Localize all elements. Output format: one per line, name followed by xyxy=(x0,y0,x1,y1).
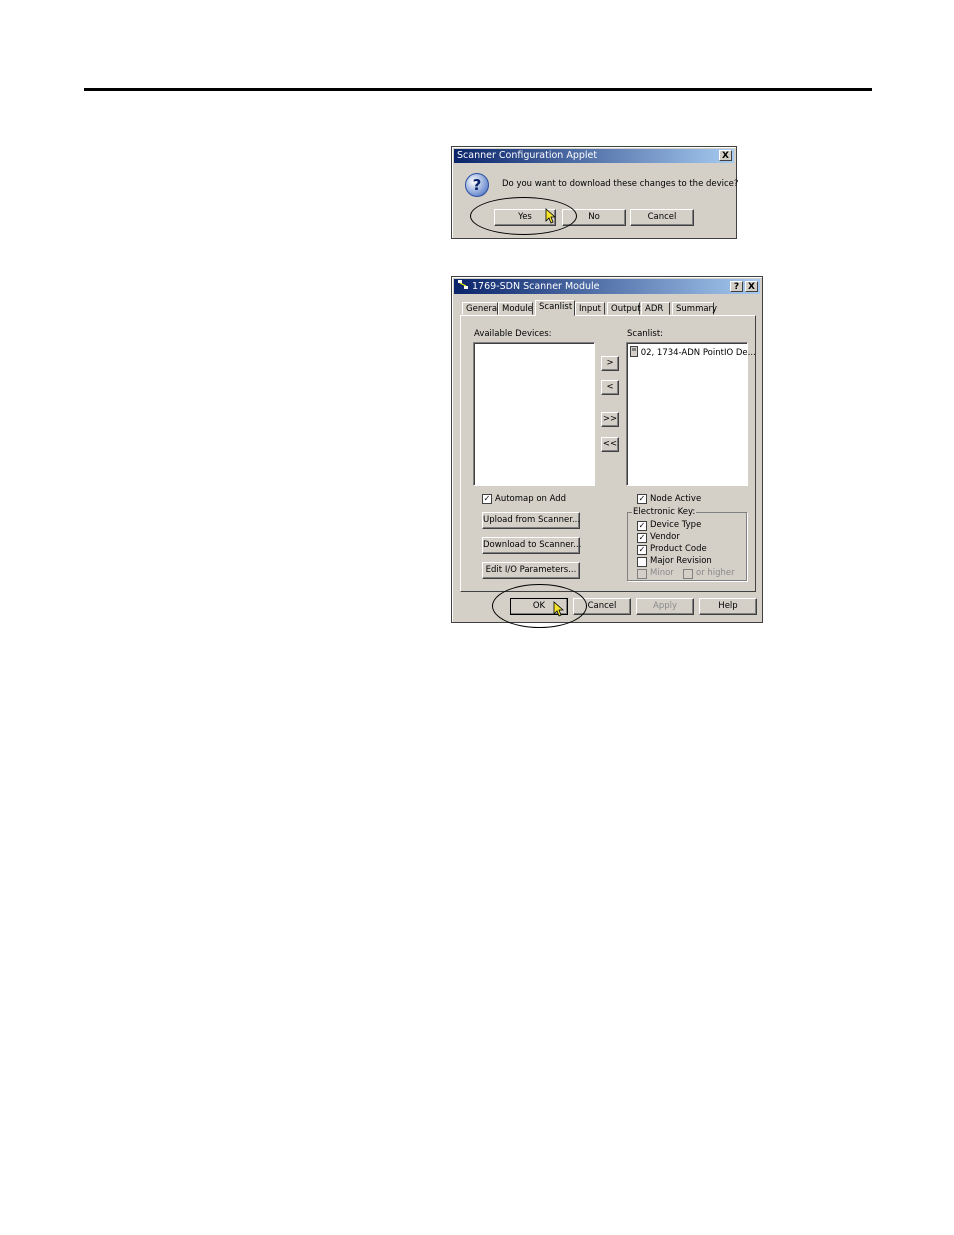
minor-label: Minor xyxy=(650,568,674,578)
page-header-rule xyxy=(84,88,872,91)
tab-general[interactable]: General xyxy=(462,302,500,315)
dialog-message: Do you want to download these changes to… xyxy=(502,179,739,189)
electronic-key-group: Electronic Key: ✓ Device Type ✓ Vendor ✓… xyxy=(627,507,747,581)
node-active-label: Node Active xyxy=(650,494,702,504)
upload-from-scanner-button[interactable]: Upload from Scanner... xyxy=(482,512,580,529)
add-all-button[interactable]: >> xyxy=(601,412,619,427)
tab-scanlist[interactable]: Scanlist xyxy=(535,300,575,316)
tab-strip: General Module Scanlist Input Output ADR… xyxy=(460,300,760,316)
product-code-checkbox[interactable]: ✓ xyxy=(637,545,647,555)
major-revision-label: Major Revision xyxy=(650,556,712,566)
vendor-checkbox[interactable]: ✓ xyxy=(637,533,647,543)
automap-checkbox[interactable]: ✓ xyxy=(482,494,492,504)
network-icon xyxy=(458,280,468,289)
scanlist-tab-page: Available Devices: > < >> << Scanlist: 0… xyxy=(460,315,756,592)
available-devices-label: Available Devices: xyxy=(474,329,552,339)
question-icon: ? xyxy=(465,173,489,197)
dialog-title: Scanner Configuration Applet xyxy=(457,150,598,161)
close-button[interactable]: X xyxy=(719,150,732,161)
yes-highlight-ellipse xyxy=(470,197,577,235)
mouse-pointer-icon xyxy=(545,208,557,224)
automap-label: Automap on Add xyxy=(495,494,567,504)
download-to-scanner-button[interactable]: Download to Scanner... xyxy=(482,537,581,554)
or-higher-checkbox[interactable] xyxy=(683,569,693,579)
node-active-checkbox[interactable]: ✓ xyxy=(637,494,647,504)
scanlist-item-label: 02, 1734-ADN PointIO De... xyxy=(640,348,756,358)
major-revision-checkbox[interactable] xyxy=(637,557,647,567)
close-button[interactable]: X xyxy=(745,281,758,292)
electronic-key-label: Electronic Key: xyxy=(632,507,697,517)
product-code-label: Product Code xyxy=(650,544,707,554)
tab-adr[interactable]: ADR xyxy=(641,302,670,315)
apply-button[interactable]: Apply xyxy=(636,598,694,615)
ok-highlight-ellipse xyxy=(492,584,587,628)
scanlist-label: Scanlist: xyxy=(627,329,664,339)
cancel-button[interactable]: Cancel xyxy=(630,209,694,226)
remove-all-button[interactable]: << xyxy=(601,437,619,452)
list-item[interactable]: 02, 1734-ADN PointIO De... xyxy=(630,346,756,358)
tab-input[interactable]: Input xyxy=(575,302,605,315)
device-type-checkbox[interactable]: ✓ xyxy=(637,521,647,531)
remove-device-button[interactable]: < xyxy=(601,380,619,395)
help-button[interactable]: Help xyxy=(699,598,757,615)
mouse-pointer-icon xyxy=(553,601,565,617)
minor-checkbox[interactable] xyxy=(637,569,647,579)
dialog-title-bar: Scanner Configuration Applet X xyxy=(454,149,734,163)
scanlist-list[interactable]: 02, 1734-ADN PointIO De... xyxy=(626,342,756,486)
tab-summary[interactable]: Summary xyxy=(672,302,717,315)
tab-module[interactable]: Module xyxy=(498,302,533,315)
vendor-label: Vendor xyxy=(650,532,680,542)
device-icon xyxy=(630,346,638,357)
edit-io-parameters-button[interactable]: Edit I/O Parameters... xyxy=(482,562,580,579)
dialog-title-bar: 1769-SDN Scanner Module ? X xyxy=(454,279,760,294)
dialog-title: 1769-SDN Scanner Module xyxy=(472,281,600,292)
scanner-module-dialog: 1769-SDN Scanner Module ? X General Modu… xyxy=(451,276,763,623)
available-devices-list[interactable] xyxy=(473,342,595,486)
add-device-button[interactable]: > xyxy=(601,356,619,371)
help-button[interactable]: ? xyxy=(730,281,743,292)
or-higher-label: or higher xyxy=(696,568,735,578)
tab-output[interactable]: Output xyxy=(607,302,641,315)
device-type-label: Device Type xyxy=(650,520,702,530)
